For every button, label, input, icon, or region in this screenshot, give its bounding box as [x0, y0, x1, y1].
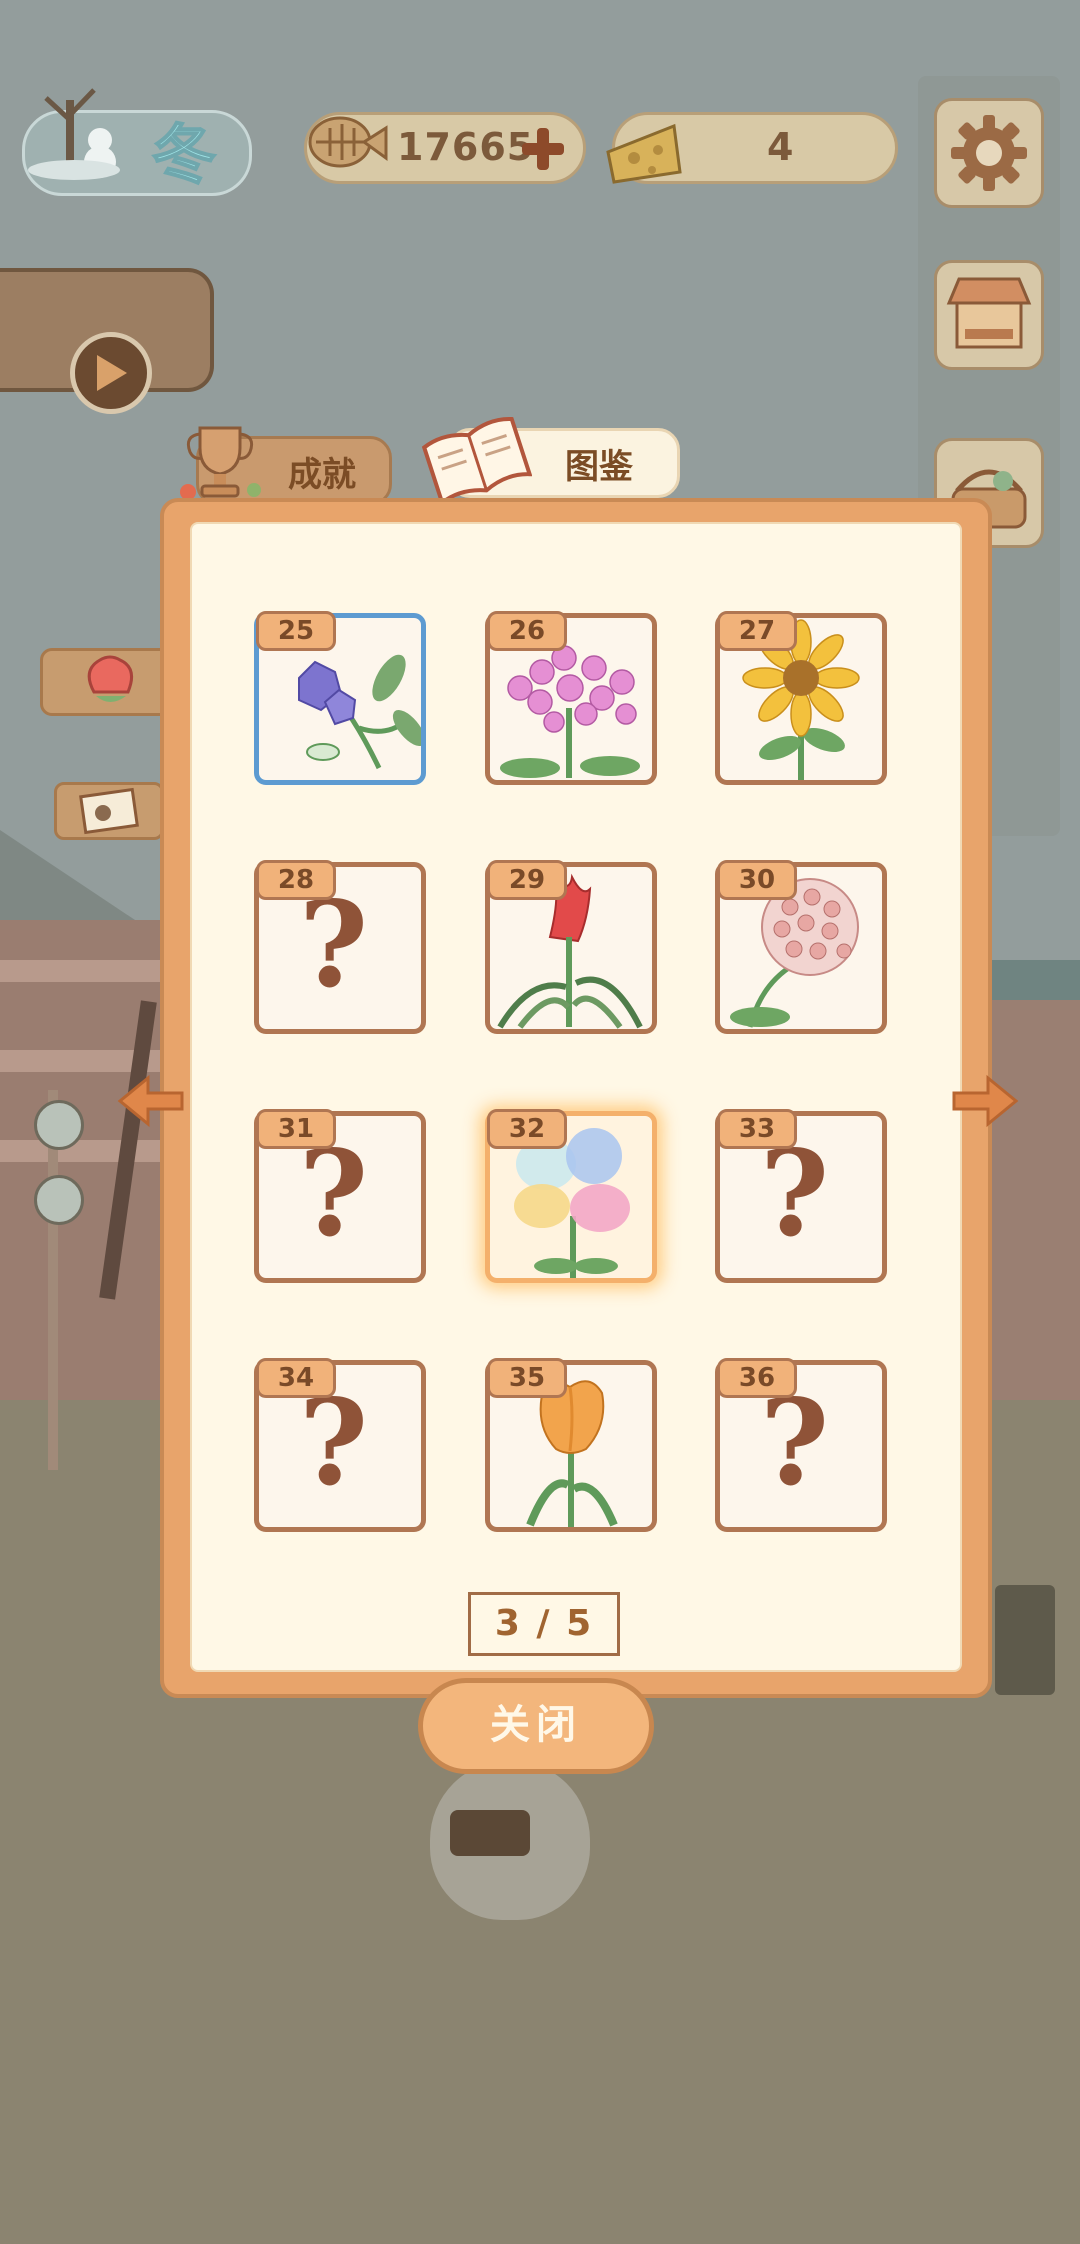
tab-achievements-label: 成就 [288, 454, 356, 495]
catalog-card[interactable]: 28? [254, 860, 426, 1034]
shop-button[interactable] [934, 260, 1044, 370]
background-snowball [34, 1175, 84, 1225]
catalog-card[interactable]: 29 [485, 860, 657, 1034]
fish-currency-value: 17665 [397, 125, 535, 169]
snow-tree-icon [28, 88, 120, 180]
plus-icon[interactable] [518, 124, 568, 174]
page-indicator: 3 / 5 [468, 1592, 620, 1656]
card-number-tag: 27 [717, 611, 797, 651]
fish-bone-icon [308, 116, 388, 168]
background-character-right [995, 1585, 1055, 1695]
right-arrow-icon[interactable] [950, 1066, 1020, 1136]
catalog-card[interactable]: 27 [715, 611, 887, 785]
card-number-tag: 32 [487, 1109, 567, 1149]
background-bunny-bag [450, 1810, 530, 1856]
card-number-tag: 31 [256, 1109, 336, 1149]
background-snowball [34, 1100, 84, 1150]
season-label: 冬 [151, 118, 217, 194]
cheese-icon [606, 123, 682, 184]
catalog-card[interactable]: 36? [715, 1358, 887, 1532]
catalog-card[interactable]: 33? [715, 1109, 887, 1283]
card-number-tag: 25 [256, 611, 336, 651]
card-number-tag: 30 [717, 860, 797, 900]
card-number-tag: 26 [487, 611, 567, 651]
rose-icon [87, 655, 134, 702]
card-number-tag: 33 [717, 1109, 797, 1149]
cheese-currency-value: 4 [767, 125, 795, 169]
tab-catalog-label: 图鉴 [565, 446, 633, 487]
trophy-icon [180, 426, 261, 500]
catalog-card[interactable]: 25 [254, 611, 426, 785]
gear-icon [951, 115, 1027, 191]
card-number-tag: 29 [487, 860, 567, 900]
left-arrow-icon[interactable] [116, 1066, 186, 1136]
play-icon[interactable] [70, 332, 152, 414]
catalog-card[interactable]: 31? [254, 1109, 426, 1283]
photo-icon [79, 787, 139, 835]
catalog-card[interactable]: 34? [254, 1358, 426, 1532]
catalog-card[interactable]: 30 [715, 860, 887, 1034]
catalog-card[interactable]: 32 [485, 1109, 657, 1283]
card-number-tag: 28 [256, 860, 336, 900]
catalog-card[interactable]: 26 [485, 611, 657, 785]
card-number-tag: 34 [256, 1358, 336, 1398]
background-house-left [0, 920, 170, 1400]
close-button[interactable]: 关闭 [418, 1678, 654, 1774]
card-number-tag: 36 [717, 1358, 797, 1398]
side-tab-flower[interactable] [40, 648, 180, 716]
card-number-tag: 35 [487, 1358, 567, 1398]
side-tab-photo[interactable] [54, 782, 164, 840]
catalog-card[interactable]: 35 [485, 1358, 657, 1532]
shop-stall-icon [946, 277, 1032, 349]
settings-button[interactable] [934, 98, 1044, 208]
background-house-right [980, 1000, 1080, 1400]
